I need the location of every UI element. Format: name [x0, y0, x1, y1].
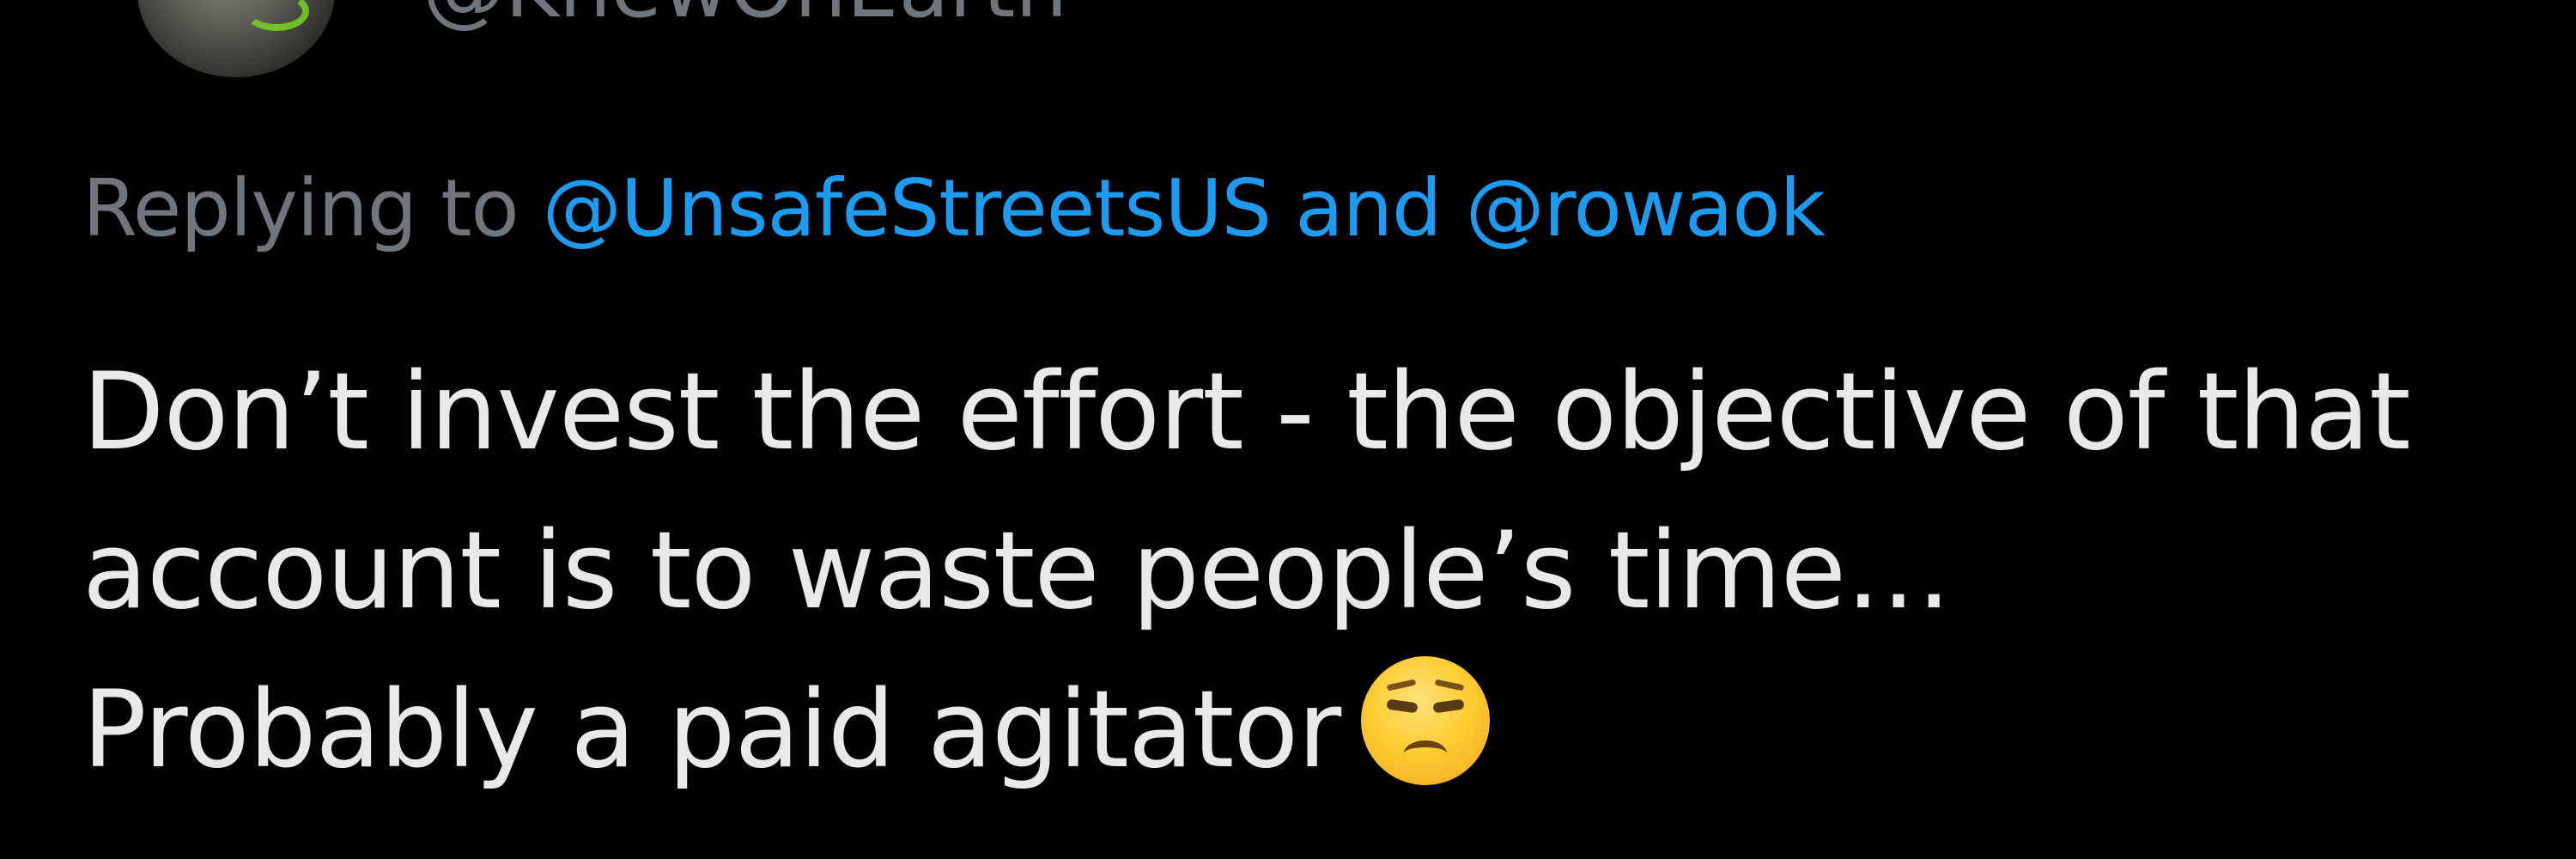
- reply-mention-unsafestreetsus[interactable]: @UnsafeStreetsUS: [543, 162, 1272, 254]
- reply-mention-rowaok[interactable]: @rowaok: [1466, 162, 1826, 254]
- tweet-text-line-1: Don’t invest the effort - the objective …: [82, 350, 2411, 474]
- replying-to-label: Replying to: [82, 162, 519, 254]
- unamused-face-emoji-icon: [1361, 656, 1491, 785]
- author-handle[interactable]: @KnewOnEarth: [422, 0, 1067, 29]
- replying-to-line: Replying to @UnsafeStreetsUS and @rowaok: [82, 161, 1826, 256]
- tweet-text-line-2: account is to waste people’s time…: [82, 509, 1952, 633]
- tweet-text-line-3: Probably a paid agitator: [82, 668, 1341, 792]
- reply-connector: and: [1295, 162, 1442, 254]
- author-avatar[interactable]: [137, 0, 335, 77]
- tweet-body: Don’t invest the effort - the objective …: [82, 333, 2538, 810]
- avatar-decoration-icon: [244, 0, 309, 31]
